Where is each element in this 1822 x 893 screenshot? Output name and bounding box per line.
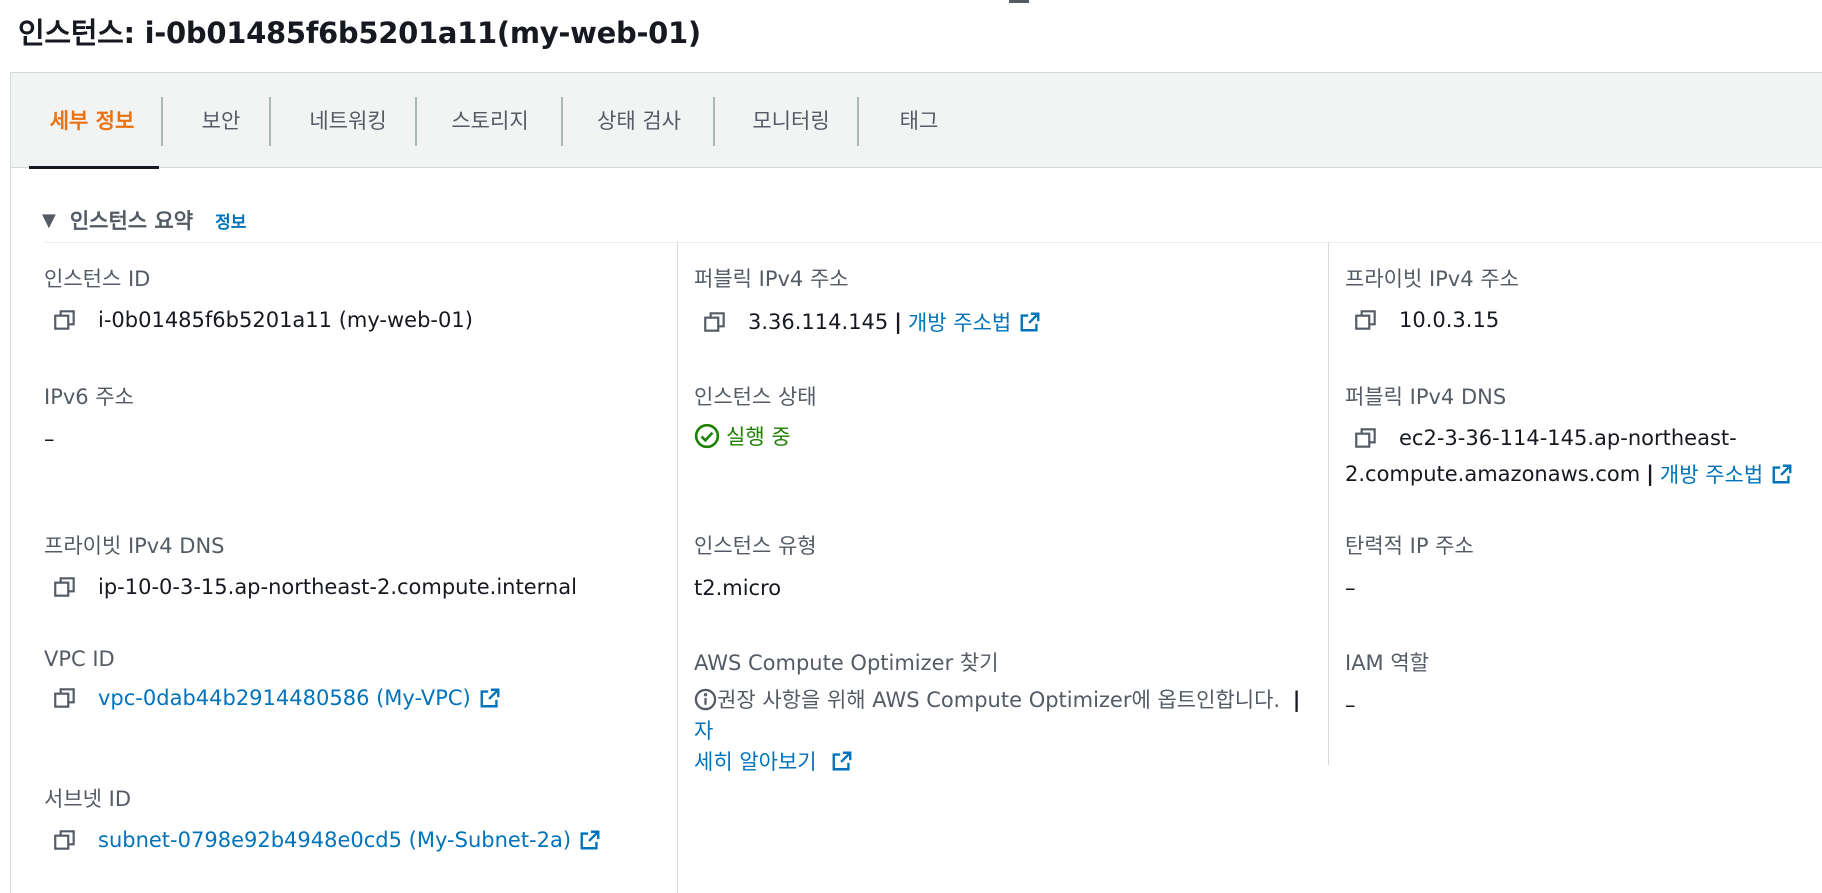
ipv6-value: –: [44, 427, 55, 451]
field-label: 탄력적 IP 주소: [1345, 534, 1474, 558]
copy-icon[interactable]: [702, 309, 728, 335]
field-instance-state: 인스턴스 상태 실행 중: [694, 381, 817, 451]
check-circle-icon: [694, 423, 720, 449]
elastic-ip-value: –: [1345, 576, 1356, 600]
field-label: 퍼블릭 IPv4 DNS: [1345, 385, 1507, 409]
instance-state-value: 실행 중: [726, 425, 791, 449]
field-elastic-ip: 탄력적 IP 주소 –: [1345, 530, 1474, 600]
field-label: 인스턴스 ID: [44, 267, 151, 291]
info-icon: [694, 688, 717, 711]
copy-icon[interactable]: [1353, 425, 1379, 451]
field-label: 인스턴스 상태: [694, 385, 817, 409]
panel-resize-handle[interactable]: [1009, 0, 1029, 3]
open-address-link[interactable]: 개방 주소법: [908, 307, 1011, 337]
instance-id-value: i-0b01485f6b5201a11 (my-web-01): [98, 308, 473, 332]
tab-security[interactable]: 보안: [163, 73, 279, 167]
tab-monitoring[interactable]: 모니터링: [715, 73, 867, 167]
external-link-icon[interactable]: [1019, 311, 1041, 333]
separator: |: [1646, 462, 1654, 486]
private-ipv4-value: 10.0.3.15: [1399, 308, 1500, 332]
public-ipv4-value: 3.36.114.145: [748, 310, 889, 334]
field-public-ipv4: 퍼블릭 IPv4 주소 3.36.114.145 | 개방 주소법: [694, 263, 1041, 337]
copy-icon[interactable]: [52, 827, 78, 853]
separator: |: [1292, 688, 1301, 712]
tab-status-checks[interactable]: 상태 검사: [563, 73, 715, 167]
external-link-icon[interactable]: [1771, 463, 1793, 485]
column-divider: [1328, 243, 1329, 765]
vpc-id-link[interactable]: vpc-0dab44b2914480586 (My-VPC): [98, 686, 471, 710]
info-link[interactable]: 정보: [215, 208, 246, 233]
learn-more-link-part1[interactable]: 자: [694, 719, 713, 743]
field-label: 프라이빗 IPv4 DNS: [44, 534, 225, 558]
public-dns-value-line2: 2.compute.amazonaws.com: [1345, 462, 1641, 486]
field-private-ipv4: 프라이빗 IPv4 주소 10.0.3.15: [1345, 263, 1519, 333]
section-title: 인스턴스 요약: [69, 209, 194, 233]
tab-details[interactable]: 세부 정보: [25, 73, 159, 169]
field-label: 프라이빗 IPv4 주소: [1345, 267, 1519, 291]
external-link-icon[interactable]: [579, 829, 601, 851]
optimizer-text: 권장 사항을 위해 AWS Compute Optimizer에 옵트인합니다.: [717, 688, 1281, 712]
learn-more-link-part2[interactable]: 세히 알아보기: [694, 750, 817, 774]
tab-bar: 세부 정보 보안 네트워킹 스토리지 상태 검사 모니터링 태그: [11, 73, 1822, 169]
iam-role-value: –: [1345, 693, 1356, 717]
separator: |: [894, 310, 902, 334]
field-label: 서브넷 ID: [44, 787, 131, 811]
instance-summary-header[interactable]: ▼ 인스턴스 요약 정보: [42, 205, 246, 235]
field-label: 인스턴스 유형: [694, 534, 817, 558]
private-dns-value: ip-10-0-3-15.ap-northeast-2.compute.inte…: [98, 575, 577, 599]
external-link-icon[interactable]: [831, 750, 853, 772]
open-address-link[interactable]: 개방 주소법: [1660, 459, 1763, 489]
tab-storage[interactable]: 스토리지: [417, 73, 563, 167]
field-vpc-id: VPC ID vpc-0dab44b2914480586 (My-VPC): [44, 647, 501, 711]
instance-type-value: t2.micro: [694, 576, 782, 600]
copy-icon[interactable]: [52, 685, 78, 711]
public-dns-value-line1: ec2-3-36-114-145.ap-northeast-: [1399, 426, 1737, 450]
external-link-icon[interactable]: [479, 687, 501, 709]
field-label: IAM 역할: [1345, 651, 1429, 675]
field-label: IPv6 주소: [44, 385, 134, 409]
column-divider: [677, 243, 678, 893]
field-label: 퍼블릭 IPv4 주소: [694, 267, 849, 291]
tab-networking[interactable]: 네트워킹: [271, 73, 425, 167]
field-ipv6: IPv6 주소 –: [44, 381, 134, 451]
copy-icon[interactable]: [52, 307, 78, 333]
field-instance-id: 인스턴스 ID i-0b01485f6b5201a11 (my-web-01): [44, 263, 473, 333]
field-iam-role: IAM 역할 –: [1345, 647, 1429, 717]
field-instance-type: 인스턴스 유형 t2.micro: [694, 530, 817, 600]
field-label: AWS Compute Optimizer 찾기: [694, 651, 999, 675]
tab-tags[interactable]: 태그: [859, 73, 979, 167]
page-title: 인스턴스: i-0b01485f6b5201a11(my-web-01): [18, 16, 701, 50]
copy-icon[interactable]: [52, 574, 78, 600]
copy-icon[interactable]: [1353, 307, 1379, 333]
field-label: VPC ID: [44, 647, 115, 671]
caret-down-icon[interactable]: ▼: [42, 210, 56, 231]
field-compute-optimizer: AWS Compute Optimizer 찾기 권장 사항을 위해 AWS C…: [694, 647, 1319, 778]
field-public-dns: 퍼블릭 IPv4 DNS ec2-3-36-114-145.ap-northea…: [1345, 381, 1793, 489]
field-private-dns: 프라이빗 IPv4 DNS ip-10-0-3-15.ap-northeast-…: [44, 530, 577, 600]
section-divider: [44, 242, 1822, 243]
subnet-id-link[interactable]: subnet-0798e92b4948e0cd5 (My-Subnet-2a): [98, 828, 571, 852]
field-subnet-id: 서브넷 ID subnet-0798e92b4948e0cd5 (My-Subn…: [44, 783, 601, 853]
